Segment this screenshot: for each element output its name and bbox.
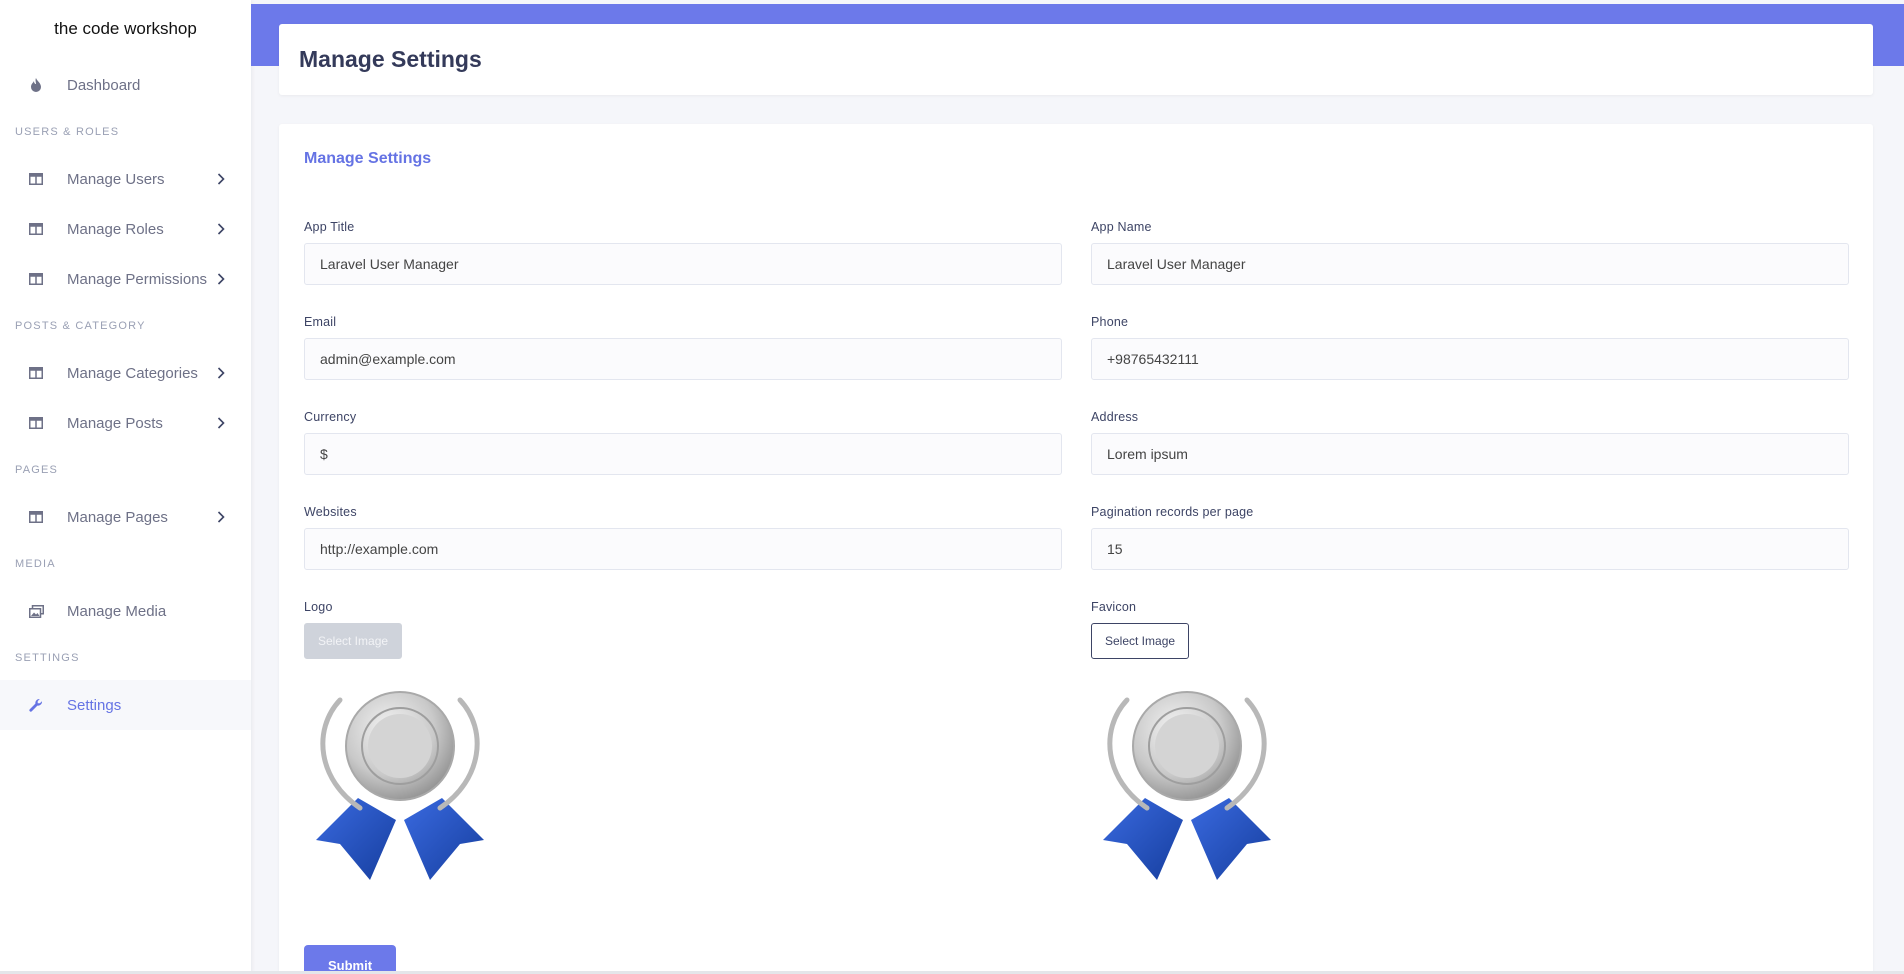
currency-group: Currency (304, 410, 1062, 475)
chevron-right-icon (215, 173, 227, 185)
silver-medal-icon (1103, 691, 1271, 880)
sidebar-item-manage-categories[interactable]: Manage Categories (0, 348, 251, 398)
sidebar-item-label: Manage Categories (67, 364, 198, 382)
sidebar-item-manage-permissions[interactable]: Manage Permissions (0, 254, 251, 304)
pagination-input[interactable] (1091, 528, 1849, 570)
sidebar-item-dashboard[interactable]: Dashboard (0, 60, 251, 110)
page-header: Manage Settings (279, 24, 1873, 95)
websites-label: Websites (304, 505, 357, 519)
chevron-right-icon (215, 223, 227, 235)
favicon-group: Favicon Select Image (1091, 600, 1849, 659)
pagination-group: Pagination records per page (1091, 505, 1849, 570)
silver-medal-icon (316, 691, 484, 880)
sidebar-item-label: Manage Permissions (67, 270, 208, 288)
address-input[interactable] (1091, 433, 1849, 475)
email-label: Email (304, 315, 337, 329)
sidebar-item-label: Manage Pages (67, 508, 168, 526)
app-title-label: App Title (304, 220, 355, 234)
address-label: Address (1091, 410, 1139, 424)
brand-logo-text[interactable]: the code workshop (0, 0, 251, 60)
section-title-pages: PAGES (15, 464, 59, 476)
websites-input[interactable] (304, 528, 1062, 570)
favicon-label: Favicon (1091, 600, 1137, 614)
chevron-right-icon (215, 417, 227, 429)
table-icon (28, 365, 44, 381)
sidebar-item-label: Manage Roles (67, 220, 164, 238)
app-name-group: App Name (1091, 220, 1849, 285)
section-title-users-roles: USERS & ROLES (15, 126, 120, 138)
sidebar-item-label: Manage Posts (67, 414, 163, 432)
sidebar-item-label: Manage Media (67, 602, 167, 620)
phone-label: Phone (1091, 315, 1129, 329)
sidebar-item-manage-pages[interactable]: Manage Pages (0, 492, 251, 542)
sidebar-item-label: Dashboard (67, 76, 141, 94)
table-icon (28, 415, 44, 431)
email-group: Email (304, 315, 1062, 380)
logo-select-image-button[interactable]: Select Image (304, 623, 403, 659)
email-input[interactable] (304, 338, 1062, 380)
currency-input[interactable] (304, 433, 1062, 475)
main-content: Manage Settings Manage Settings App Titl… (251, 0, 1904, 974)
page-title: Manage Settings (299, 46, 482, 72)
app-title-group: App Title (304, 220, 1062, 285)
fire-icon (28, 77, 44, 93)
form-title: Manage Settings (304, 150, 432, 167)
wrench-icon (28, 697, 44, 713)
logo-group: Logo Select Image (304, 600, 1062, 659)
chevron-right-icon (215, 367, 227, 379)
section-title-media: MEDIA (15, 558, 56, 570)
sidebar-item-manage-posts[interactable]: Manage Posts (0, 398, 251, 448)
chevron-right-icon (215, 511, 227, 523)
section-title-posts-category: POSTS & CATEGORY (15, 320, 146, 332)
sidebar-item-manage-users[interactable]: Manage Users (0, 154, 251, 204)
sidebar-item-label: Manage Users (67, 170, 165, 188)
sidebar-item-manage-roles[interactable]: Manage Roles (0, 204, 251, 254)
favicon-select-image-button[interactable]: Select Image (1091, 623, 1190, 659)
section-title-settings: SETTINGS (15, 652, 80, 664)
currency-label: Currency (304, 410, 357, 424)
app-title-input[interactable] (304, 243, 1062, 285)
table-icon (28, 171, 44, 187)
app-name-label: App Name (1091, 220, 1152, 234)
chevron-right-icon (215, 273, 227, 285)
phone-input[interactable] (1091, 338, 1849, 380)
logo-label: Logo (304, 600, 333, 614)
sidebar-item-manage-media[interactable]: Manage Media (0, 586, 251, 636)
table-icon (28, 271, 44, 287)
phone-group: Phone (1091, 315, 1849, 380)
images-icon (28, 603, 44, 619)
sidebar: the code workshop Dashboard USERS & ROLE… (0, 0, 251, 974)
app-name-input[interactable] (1091, 243, 1849, 285)
table-icon (28, 509, 44, 525)
address-group: Address (1091, 410, 1849, 475)
websites-group: Websites (304, 505, 1062, 570)
submit-button[interactable]: Submit (304, 945, 396, 974)
sidebar-item-label: Settings (67, 696, 122, 714)
sidebar-item-settings[interactable]: Settings (0, 680, 251, 730)
pagination-label: Pagination records per page (1091, 505, 1254, 519)
table-icon (28, 221, 44, 237)
settings-form: Manage Settings App Title App Name Email… (279, 124, 1873, 974)
